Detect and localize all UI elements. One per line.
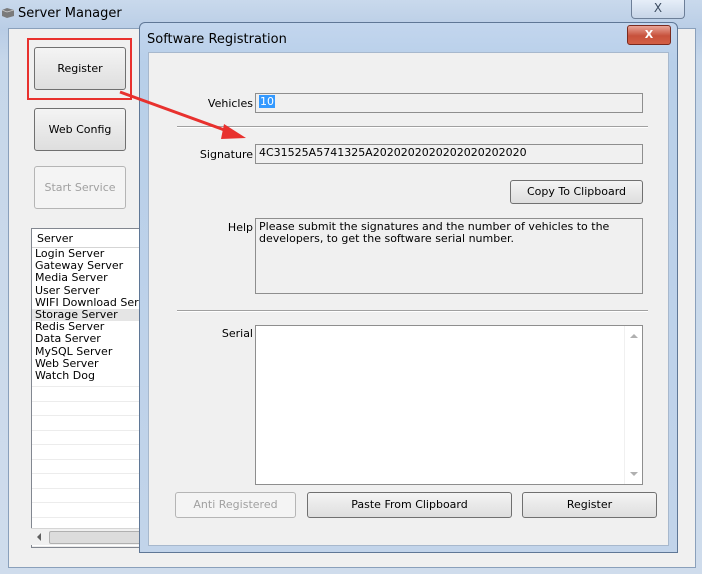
help-label: Help xyxy=(227,221,253,234)
list-gridline xyxy=(32,458,152,460)
vehicles-label: Vehicles xyxy=(207,97,253,110)
signature-label: Signature xyxy=(199,148,253,161)
list-gridline xyxy=(32,386,152,388)
scrollbar-thumb[interactable] xyxy=(49,531,151,544)
list-gridline xyxy=(32,429,152,431)
list-gridline xyxy=(32,400,152,402)
scroll-down-icon[interactable] xyxy=(630,472,638,476)
divider xyxy=(177,310,648,312)
divider xyxy=(177,126,648,128)
server-list-header[interactable]: Server xyxy=(32,229,152,248)
list-gridline xyxy=(32,516,152,518)
list-item[interactable]: Watch Dog xyxy=(32,369,152,382)
vehicles-input[interactable]: 10 xyxy=(255,93,643,113)
server-list-hscrollbar[interactable] xyxy=(31,528,151,545)
close-icon: X xyxy=(644,28,654,41)
serial-input[interactable] xyxy=(255,325,643,485)
web-config-button[interactable]: Web Config xyxy=(34,108,126,151)
close-icon: X xyxy=(653,1,663,15)
register-button[interactable]: Register xyxy=(522,492,657,518)
help-text: Please submit the signatures and the num… xyxy=(255,218,643,294)
list-item[interactable]: Data Server xyxy=(32,333,152,345)
scroll-left-icon[interactable] xyxy=(37,533,41,541)
highlight-annotation xyxy=(27,38,132,100)
dialog-client-area: Vehicles 10 Signature 4C31525A5741325A20… xyxy=(148,52,669,546)
list-item[interactable]: MySQL Server xyxy=(32,345,152,358)
server-list[interactable]: Server Login Server Gateway Server Media S… xyxy=(31,228,153,548)
list-gridline xyxy=(32,545,152,547)
server-manager-title: Server Manager xyxy=(18,6,122,21)
paste-from-clipboard-button[interactable]: Paste From Clipboard xyxy=(307,492,512,518)
signature-value: 4C31525A5741325A2020202020202020202020 xyxy=(259,146,527,159)
server-list-rows: Login Server Gateway Server Media Server Us… xyxy=(32,247,152,382)
dialog-title: Software Registration xyxy=(147,32,287,47)
list-item[interactable]: User Server xyxy=(32,284,152,297)
list-gridline xyxy=(32,473,152,475)
server-manager-close-button[interactable]: X xyxy=(631,0,685,19)
list-item[interactable]: Media Server xyxy=(32,272,152,284)
serial-vscrollbar[interactable] xyxy=(624,326,642,484)
dialog-close-button[interactable]: X xyxy=(627,25,671,45)
list-gridline xyxy=(32,487,152,489)
start-service-button[interactable]: Start Service xyxy=(34,166,126,209)
list-gridline xyxy=(32,444,152,446)
vehicles-value: 10 xyxy=(259,95,275,108)
serial-label: Serial xyxy=(221,327,253,340)
list-gridline xyxy=(32,502,152,504)
scroll-up-icon[interactable] xyxy=(630,334,638,338)
list-gridline xyxy=(32,415,152,417)
server-manager-app-icon xyxy=(2,8,14,18)
copy-to-clipboard-button[interactable]: Copy To Clipboard xyxy=(510,180,643,204)
anti-registered-button[interactable]: Anti Registered xyxy=(175,492,296,518)
software-registration-dialog: Software Registration X Vehicles 10 Sign… xyxy=(139,22,678,553)
signature-field[interactable]: 4C31525A5741325A2020202020202020202020 xyxy=(255,144,643,164)
